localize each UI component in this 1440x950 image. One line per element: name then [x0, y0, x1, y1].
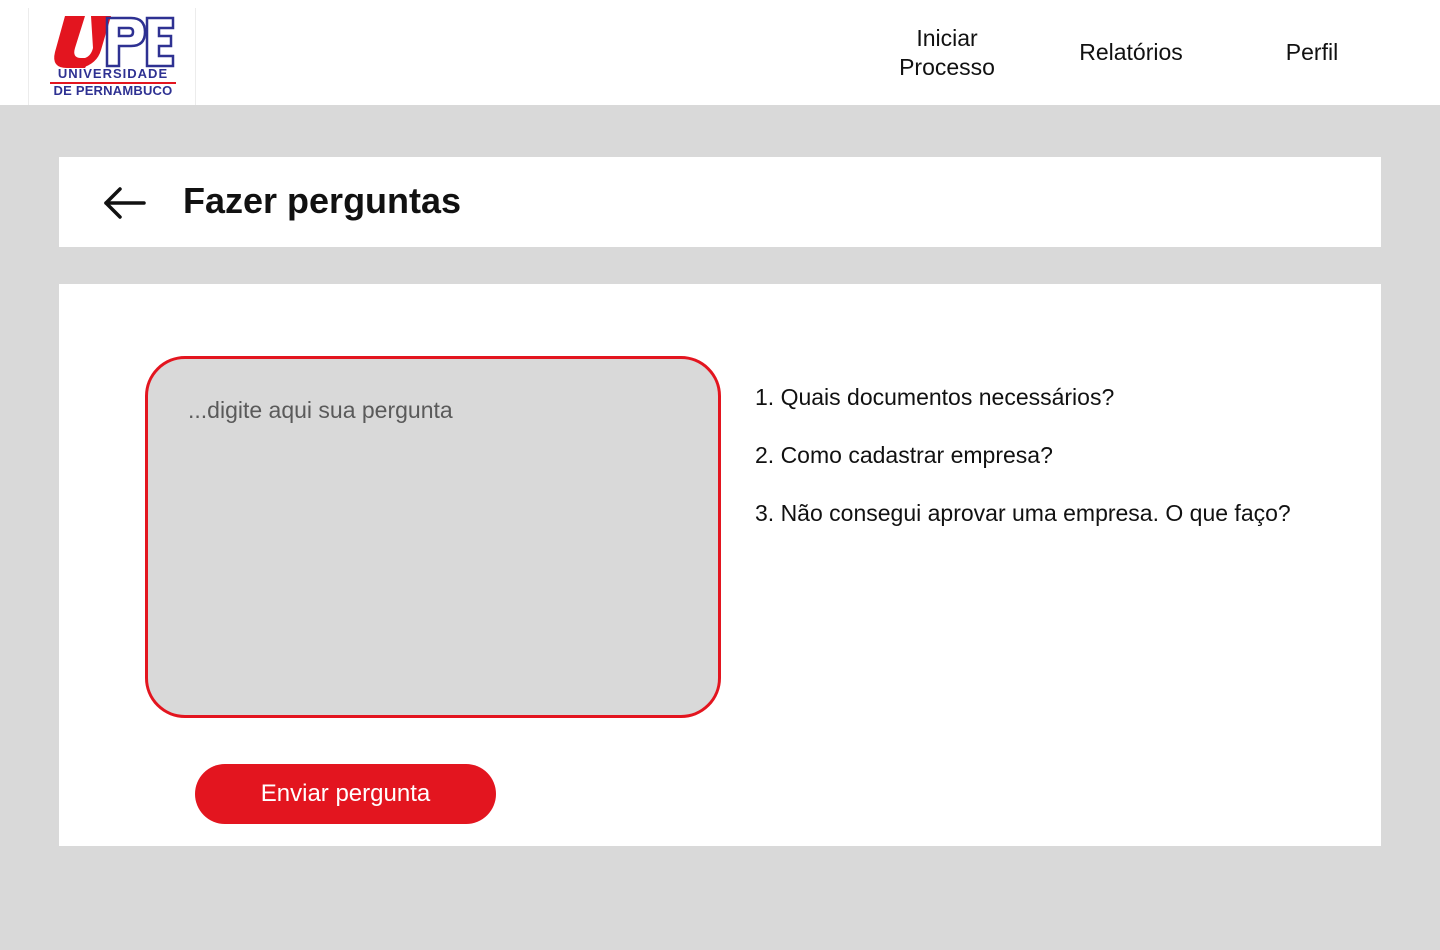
question-form-card: Enviar pergunta 1. Quais documentos nece… [59, 284, 1381, 846]
faq-item[interactable]: 1. Quais documentos necessários? [755, 382, 1355, 440]
nav-start-process[interactable]: Iniciar Processo [876, 0, 1018, 105]
arrow-left-icon [104, 187, 146, 219]
page-header-card: Fazer perguntas [59, 157, 1381, 247]
page-title: Fazer perguntas [183, 180, 462, 221]
nav-profile[interactable]: Perfil [1262, 0, 1362, 105]
nav-reports[interactable]: Relatórios [1058, 0, 1204, 105]
nav-start-process-line1: Iniciar [916, 24, 978, 51]
nav-start-process-line2: Processo [899, 53, 995, 80]
back-button[interactable] [97, 179, 151, 227]
upe-logo-mark [54, 16, 175, 68]
upe-logo[interactable]: UNIVERSIDADE DE PERNAMBUCO [28, 8, 196, 105]
faq-list: 1. Quais documentos necessários? 2. Como… [755, 382, 1355, 556]
faq-item[interactable]: 3. Não consegui aprovar uma empresa. O q… [755, 498, 1355, 556]
logo-text-line2: DE PERNAMBUCO [53, 83, 173, 98]
logo-text-line1: UNIVERSIDADE [57, 66, 169, 81]
send-question-button[interactable]: Enviar pergunta [195, 764, 496, 824]
top-navigation-bar: UNIVERSIDADE DE PERNAMBUCO Iniciar Proce… [0, 0, 1440, 105]
faq-item[interactable]: 2. Como cadastrar empresa? [755, 440, 1355, 498]
question-textarea[interactable] [145, 356, 721, 718]
